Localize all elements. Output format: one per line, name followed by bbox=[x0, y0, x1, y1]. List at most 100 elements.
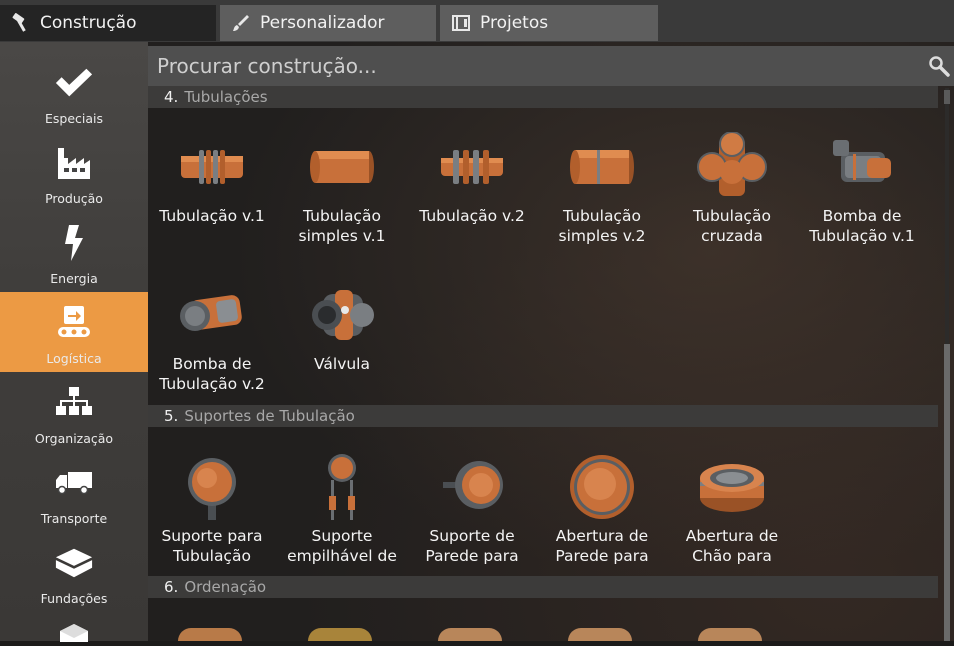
item-label: Tubulação bbox=[303, 207, 381, 225]
section-header-tubulacoes: 4. Tubulações bbox=[148, 86, 938, 108]
item-label: Válvula bbox=[313, 355, 370, 373]
item-label: Abertura de bbox=[555, 527, 649, 545]
brush-icon bbox=[230, 12, 252, 34]
build-item[interactable]: Abertura de Parede para bbox=[537, 452, 667, 566]
item-label: Tubulação v.2 bbox=[419, 207, 525, 225]
item-label: simples v.2 bbox=[558, 227, 646, 245]
item-label: Abertura de bbox=[685, 527, 779, 545]
section-number: 6. bbox=[164, 578, 179, 596]
foundation-icon bbox=[54, 543, 94, 583]
pipe-v1-icon bbox=[181, 150, 243, 184]
build-item[interactable]: Bomba de Tubulação v.1 bbox=[797, 132, 927, 246]
stackable-pipe-support-icon bbox=[328, 454, 356, 520]
scrollbar-up-button[interactable] bbox=[944, 90, 950, 104]
tab-personalizador[interactable]: Personalizador bbox=[220, 5, 436, 41]
build-item[interactable]: Suporte empilhável de bbox=[277, 452, 407, 566]
checkmark-icon bbox=[54, 63, 94, 103]
pipe-pump-v2-icon bbox=[180, 295, 242, 331]
pipe-simple-v1-icon bbox=[310, 151, 374, 183]
build-item[interactable]: Tubulação v.1 bbox=[147, 132, 277, 226]
item-label: Parede para bbox=[425, 547, 519, 565]
item-label: Chão para bbox=[692, 547, 772, 565]
sidebar-item-label: Logística bbox=[46, 351, 102, 366]
sidebar-item-label: Fundações bbox=[40, 591, 108, 606]
sidebar-item-label: Organização bbox=[34, 431, 114, 446]
item-label: Tubulação bbox=[173, 547, 251, 565]
partial-build-item[interactable] bbox=[308, 628, 372, 641]
pipe-v2-icon bbox=[441, 150, 503, 184]
item-label: cruzada bbox=[701, 227, 763, 245]
sidebar-item-organizacao[interactable]: Organização bbox=[0, 372, 148, 452]
valve-icon bbox=[312, 290, 374, 340]
sidebar-item-transporte[interactable]: Transporte bbox=[0, 452, 148, 532]
tab-personalizador-label: Personalizador bbox=[260, 13, 385, 33]
lightning-icon bbox=[54, 223, 94, 263]
build-item[interactable]: Válvula bbox=[277, 280, 407, 374]
build-item[interactable]: Tubulação simples v.2 bbox=[537, 132, 667, 246]
section-header-suportes: 5. Suportes de Tubulação bbox=[148, 405, 938, 427]
item-label: Bomba de bbox=[172, 355, 252, 373]
build-item[interactable]: Abertura de Chão para bbox=[667, 452, 797, 566]
tab-projetos[interactable]: Projetos bbox=[440, 5, 658, 41]
sidebar-item-label: Produção bbox=[45, 191, 103, 206]
partial-build-item[interactable] bbox=[568, 628, 632, 641]
item-label: empilhável de bbox=[287, 547, 397, 565]
item-label: Suporte para bbox=[161, 527, 263, 545]
scrollbar[interactable] bbox=[942, 88, 952, 641]
section-name: Ordenação bbox=[184, 578, 267, 596]
sidebar-item-label: Transporte bbox=[40, 511, 108, 526]
build-item[interactable]: Tubulação cruzada bbox=[667, 132, 797, 246]
sidebar-item-logistica[interactable]: Logística bbox=[0, 292, 148, 372]
partial-build-item[interactable] bbox=[438, 628, 502, 641]
search-bar[interactable]: Procurar construção... bbox=[148, 46, 954, 86]
sidebar-item-energia[interactable]: Energia bbox=[0, 212, 148, 292]
search-icon[interactable] bbox=[928, 55, 950, 77]
floor-pipe-hole-icon bbox=[700, 464, 764, 512]
pipe-pump-v1-icon bbox=[833, 140, 891, 182]
hierarchy-icon bbox=[54, 383, 94, 423]
partial-build-item[interactable] bbox=[698, 628, 762, 641]
sidebar-item-especiais[interactable]: Especiais bbox=[0, 52, 148, 132]
section-name: Tubulações bbox=[184, 88, 268, 106]
truck-icon bbox=[54, 463, 94, 503]
build-item[interactable]: Bomba de Tubulação v.2 bbox=[147, 280, 277, 394]
section-name: Suportes de Tubulação bbox=[184, 407, 355, 425]
section-header-ordenacao: 6. Ordenação bbox=[148, 576, 938, 598]
category-sidebar: Especiais Produção Energia Logística Org… bbox=[0, 42, 148, 642]
build-item[interactable]: Suporte para Tubulação bbox=[147, 452, 277, 566]
item-label: Tubulação v.2 bbox=[159, 375, 265, 393]
sidebar-item-label: Especiais bbox=[44, 111, 104, 126]
section-number: 5. bbox=[164, 407, 179, 425]
wall-pipe-hole-icon bbox=[570, 455, 634, 519]
tab-projetos-label: Projetos bbox=[480, 13, 549, 33]
build-item[interactable]: Tubulação simples v.1 bbox=[277, 132, 407, 246]
item-label: Parede para bbox=[555, 547, 649, 565]
blueprint-icon bbox=[450, 12, 472, 34]
build-item[interactable]: Tubulação v.2 bbox=[407, 132, 537, 226]
item-label: Suporte bbox=[311, 527, 373, 545]
more-category-icon[interactable] bbox=[54, 622, 94, 642]
search-input[interactable]: Procurar construção... bbox=[157, 54, 377, 78]
partial-build-item[interactable] bbox=[178, 628, 242, 641]
section-number: 4. bbox=[164, 88, 179, 106]
conveyor-icon bbox=[54, 303, 94, 343]
wall-pipe-support-icon bbox=[443, 461, 503, 509]
build-item[interactable]: Suporte de Parede para bbox=[407, 452, 537, 566]
pipe-junction-icon bbox=[697, 132, 767, 196]
sidebar-item-fundacoes[interactable]: Fundações bbox=[0, 532, 148, 612]
tab-construcao[interactable]: Construção bbox=[0, 5, 216, 41]
hammer-icon bbox=[10, 12, 32, 34]
item-label: Tubulação v.1 bbox=[159, 207, 265, 225]
scrollbar-thumb[interactable] bbox=[944, 344, 950, 641]
item-label: simples v.1 bbox=[298, 227, 386, 245]
sidebar-item-producao[interactable]: Produção bbox=[0, 132, 148, 212]
item-label: Tubulação bbox=[563, 207, 641, 225]
tab-construcao-label: Construção bbox=[40, 13, 137, 33]
pipe-support-icon bbox=[188, 458, 236, 520]
item-label: Tubulação v.1 bbox=[809, 227, 915, 245]
pipe-simple-v2-icon bbox=[570, 150, 634, 184]
item-label: Bomba de bbox=[822, 207, 902, 225]
item-label: Tubulação bbox=[693, 207, 771, 225]
item-label: Suporte de bbox=[429, 527, 515, 545]
factory-icon bbox=[54, 143, 94, 183]
